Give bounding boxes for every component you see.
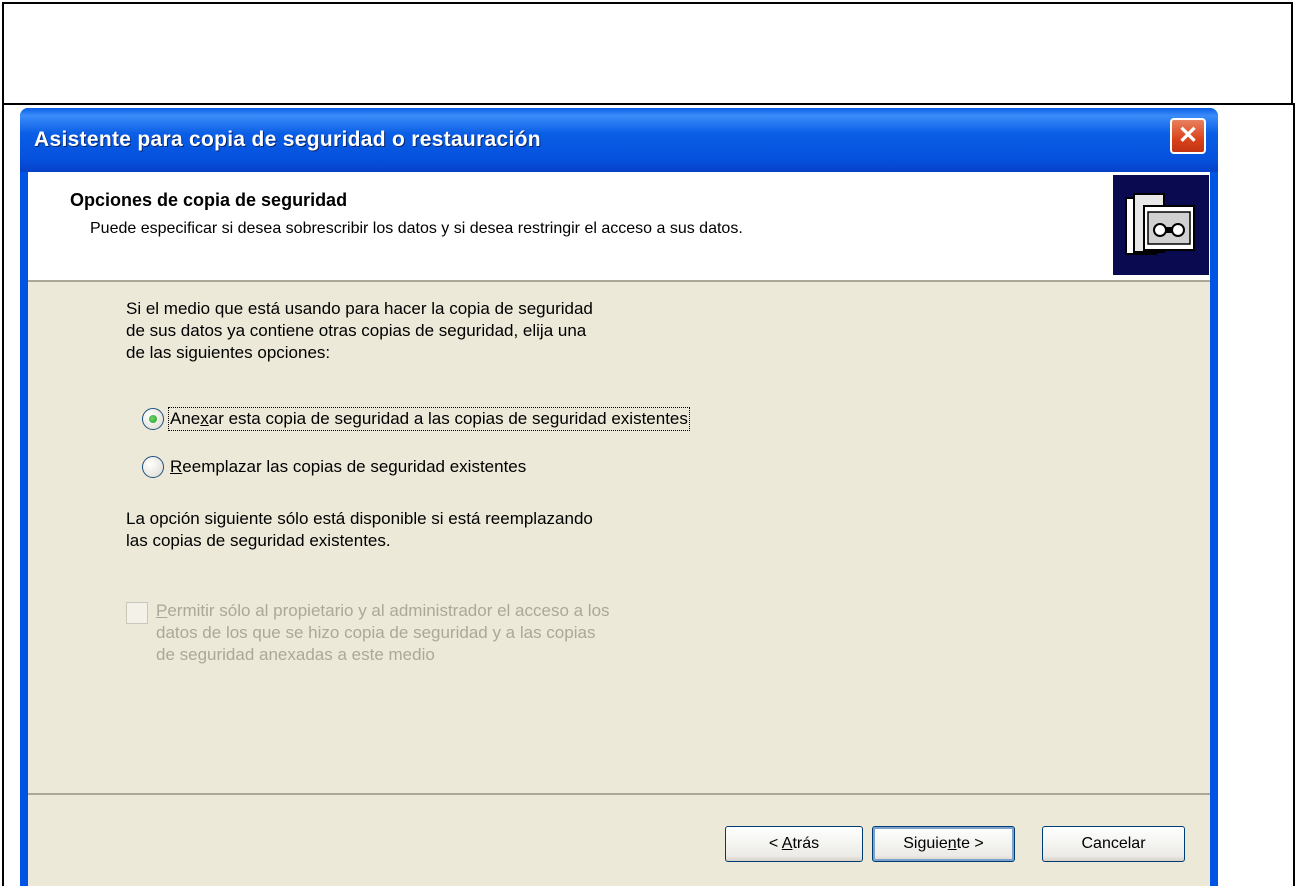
note-line-1: La opción siguiente sólo está disponible… — [126, 509, 593, 528]
document-border-left — [2, 103, 4, 886]
document-cell-divider — [2, 103, 1295, 105]
close-icon[interactable]: ✕ — [1170, 118, 1206, 154]
cancel-button[interactable]: Cancelar — [1042, 826, 1185, 862]
intro-line-3: de las siguientes opciones: — [126, 343, 331, 362]
backup-tape-icon — [1113, 175, 1209, 275]
window-frame-left — [20, 172, 28, 886]
intro-line-1: Si el medio que está usando para hacer l… — [126, 299, 593, 318]
window-title: Asistente para copia de seguridad o rest… — [34, 128, 541, 151]
next-button[interactable]: Siguiente > — [872, 826, 1015, 862]
document-border-right — [1293, 103, 1295, 886]
intro-text: Si el medio que está usando para hacer l… — [126, 298, 593, 364]
window-frame-right — [1210, 172, 1218, 886]
restrict-line-1: Permitir sólo al propietario y al admini… — [156, 601, 610, 620]
replace-radio-label[interactable]: Reemplazar las copias de seguridad exist… — [170, 457, 526, 477]
page-subtitle: Puede especificar si desea sobrescribir … — [90, 220, 743, 237]
wizard-content: Si el medio que está usando para hacer l… — [28, 282, 1210, 886]
button-separator — [28, 793, 1210, 795]
replace-radio[interactable] — [142, 456, 164, 478]
note-line-2: las copias de seguridad existentes. — [126, 531, 391, 550]
intro-line-2: de sus datos ya contiene otras copias de… — [126, 321, 587, 340]
restrict-access-checkbox[interactable] — [126, 602, 148, 624]
restrict-access-label: Permitir sólo al propietario y al admini… — [156, 600, 610, 666]
restrict-line-2: datos de los que se hizo copia de seguri… — [156, 623, 596, 642]
wizard-header: Opciones de copia de seguridad Puede esp… — [28, 172, 1210, 282]
append-radio[interactable] — [142, 408, 164, 430]
page-title: Opciones de copia de seguridad — [70, 190, 348, 210]
back-button[interactable]: < Atrás — [725, 826, 863, 862]
wizard-window: Asistente para copia de seguridad o rest… — [20, 108, 1218, 886]
title-bar[interactable]: Asistente para copia de seguridad o rest… — [20, 108, 1218, 172]
document-cell-top — [2, 2, 1293, 104]
restrict-line-3: de seguridad anexadas a este medio — [156, 645, 435, 664]
append-radio-label[interactable]: Anexar esta copia de seguridad a las cop… — [168, 407, 690, 431]
note-text: La opción siguiente sólo está disponible… — [126, 508, 593, 552]
